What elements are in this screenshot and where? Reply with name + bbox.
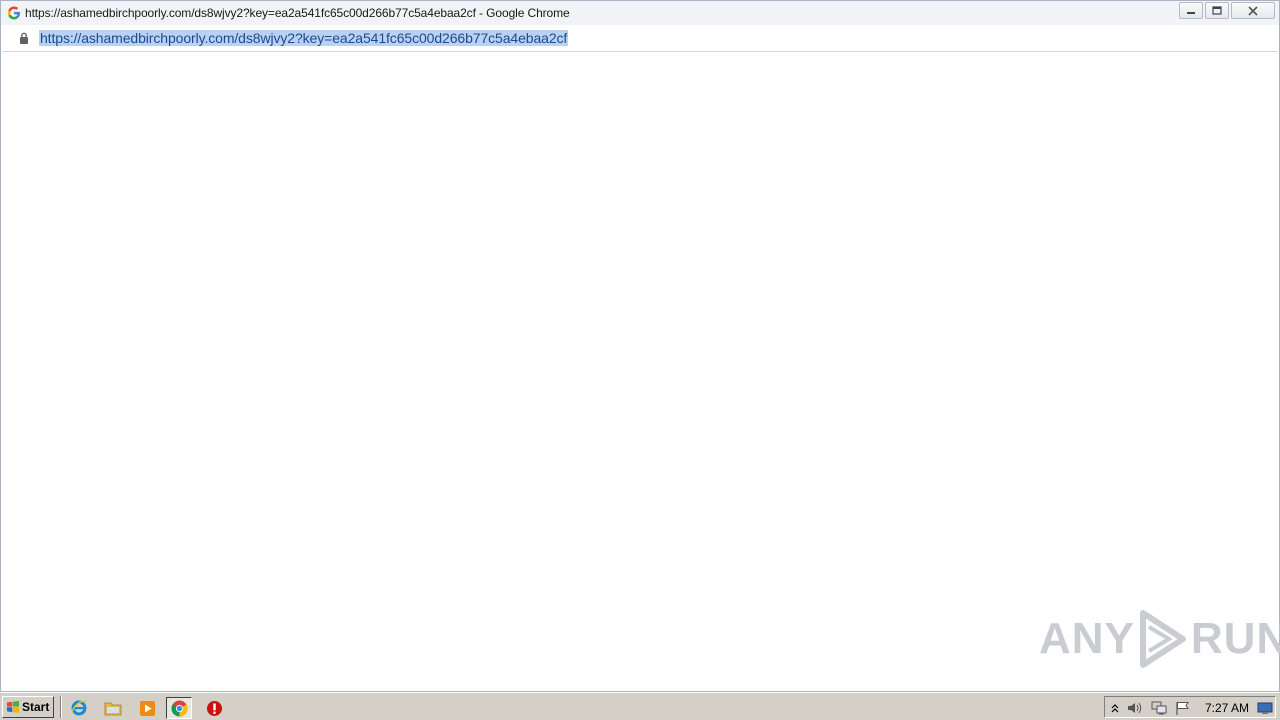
close-icon: [1248, 5, 1258, 16]
browser-window: https://ashamedbirchpoorly.com/ds8wjvy2?…: [0, 0, 1280, 692]
close-button[interactable]: [1231, 2, 1275, 19]
page-content: [3, 53, 1278, 691]
media-player-button[interactable]: [136, 697, 158, 719]
minimize-icon: [1187, 11, 1195, 14]
watermark-right-text: RUN: [1190, 614, 1280, 663]
window-controls: [1179, 2, 1275, 19]
media-player-icon: [139, 700, 155, 716]
network-icon: [1151, 701, 1167, 715]
start-button[interactable]: Start: [2, 696, 54, 718]
show-desktop-button[interactable]: [1257, 700, 1273, 716]
restore-icon: [1212, 6, 1222, 15]
network-button[interactable]: [1151, 700, 1167, 716]
chrome-taskbar-button[interactable]: [166, 697, 192, 719]
speaker-icon: [1128, 702, 1142, 714]
action-center-button[interactable]: [1175, 700, 1191, 716]
start-label: Start: [22, 700, 50, 714]
file-explorer-button[interactable]: [102, 697, 124, 719]
taskbar-separator: [60, 696, 62, 718]
lock-icon[interactable]: [19, 32, 29, 44]
chrome-icon: [171, 700, 187, 716]
file-explorer-icon: [104, 702, 122, 716]
clock[interactable]: 7:27 AM: [1205, 701, 1249, 715]
volume-button[interactable]: [1127, 700, 1143, 716]
antivirus-alert-icon: [206, 700, 222, 716]
google-icon: [7, 6, 20, 20]
show-hidden-icons-button[interactable]: [1107, 700, 1123, 716]
minimize-button[interactable]: [1179, 2, 1203, 19]
system-tray: 7:27 AM: [1104, 696, 1276, 718]
desktop-icon: [1257, 702, 1273, 714]
play-logo-icon: [1139, 610, 1186, 668]
title-bar[interactable]: https://ashamedbirchpoorly.com/ds8wjvy2?…: [1, 1, 1279, 25]
internet-explorer-button[interactable]: [68, 697, 90, 719]
window-title: https://ashamedbirchpoorly.com/ds8wjvy2?…: [25, 6, 570, 20]
address-bar[interactable]: https://ashamedbirchpoorly.com/ds8wjvy2?…: [3, 25, 1277, 52]
maximize-button[interactable]: [1205, 2, 1229, 19]
flag-icon: [1176, 701, 1189, 715]
url-field[interactable]: https://ashamedbirchpoorly.com/ds8wjvy2?…: [39, 30, 569, 46]
anyrun-watermark: ANY RUN: [1039, 609, 1280, 669]
watermark-left-text: ANY: [1039, 614, 1135, 663]
taskbar: Start 7:27 AM: [0, 692, 1280, 720]
windows-logo-icon: [7, 700, 19, 713]
chevron-up-icon: [1111, 704, 1119, 713]
antivirus-alert-button[interactable]: [203, 697, 225, 719]
internet-explorer-icon: [71, 700, 87, 716]
